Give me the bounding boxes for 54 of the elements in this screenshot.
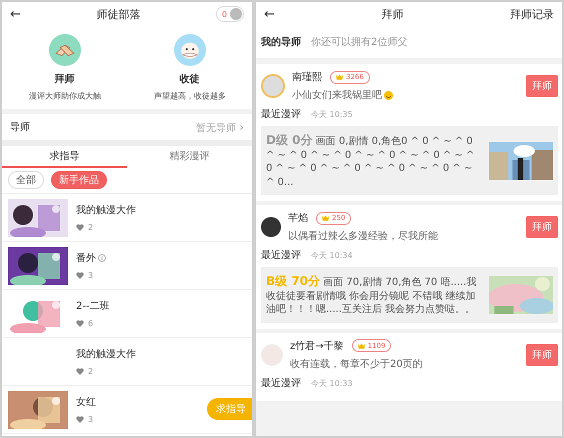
recent-review-label: 最近漫评	[261, 248, 301, 262]
tab[interactable]: 求指导	[2, 146, 127, 168]
crown-icon	[336, 74, 343, 80]
review-time: 今天 10:34	[311, 250, 353, 261]
like-count: 3	[88, 415, 94, 424]
like-count: 3	[88, 271, 94, 280]
mentor-motto: 收有连载，每章不少于20页的	[290, 358, 423, 370]
work-title[interactable]: 2--二班	[76, 299, 110, 313]
mentor-motto: 小仙女们来我锅里吧	[292, 88, 382, 102]
crown-icon	[358, 342, 365, 348]
section-title: 我的导师	[261, 36, 301, 49]
feature-subtitle: 声望越高，收徒越多	[154, 90, 226, 102]
mentor-name[interactable]: 南瑾熙	[292, 70, 322, 84]
avatar[interactable]	[261, 217, 281, 237]
heart-icon[interactable]	[76, 272, 84, 279]
page-title: 拜师	[381, 6, 404, 22]
review-time: 今天 10:35	[311, 109, 353, 120]
feature-subtitle: 漫评大师助你成大触	[28, 91, 100, 102]
smiley-icon	[384, 90, 393, 100]
mentor-motto: 以偶看过辣么多漫经验，尽我所能	[288, 230, 438, 243]
work-title[interactable]: 女红	[76, 395, 96, 409]
heart-icon[interactable]	[76, 224, 84, 231]
feature-title[interactable]: 拜师	[54, 72, 74, 86]
mentor-row[interactable]: 导师 暂无导师 ›	[2, 114, 252, 146]
review-card[interactable]: D级 0分 画面 0,剧情 0,角色0 ^ 0 ^ ~ ^ 0 ^ ~ ^ 0 ^ ~ ^ 0 ^ ~ ^ 0 ^ ~ ^ 0 ^ ~ ^ 0 ^ ~ ^ 0 ^ ~ ^ 0 ^ ~ ^ 0 ^ ~ ^ 0 ^ ~ ^ 0...	[261, 126, 558, 195]
back-button[interactable]: ←	[10, 6, 21, 22]
filter-chip[interactable]: 全部	[8, 171, 44, 189]
feature-title[interactable]: 收徒	[180, 72, 200, 86]
recent-review-label: 最近漫评	[261, 376, 301, 390]
like-count: 2	[88, 367, 94, 376]
seal-face-icon[interactable]	[174, 34, 206, 66]
crown-icon	[322, 215, 329, 221]
handshake-icon[interactable]	[48, 34, 80, 66]
tab[interactable]: 精彩漫评	[127, 146, 252, 168]
review-card[interactable]: B级 70分 画面 70,剧情 70,角色 70 唔.....我收徒徒要看剧情哦 你会用分镜呢 不错哦 继续加油吧！！！嗯.....互关注后 我会努力点赞哒。。	[261, 267, 558, 322]
info-icon	[98, 254, 106, 262]
work-title[interactable]: 我的触漫大作	[76, 203, 136, 217]
heart-icon[interactable]	[76, 320, 84, 327]
mentor-name[interactable]: z竹君→千黎	[290, 338, 344, 352]
back-button[interactable]: ←	[264, 6, 275, 22]
work-title[interactable]: 番外	[76, 251, 96, 265]
mentor-name[interactable]: 芊焰	[288, 211, 308, 225]
recent-review-label: 最近漫评	[261, 108, 301, 121]
history-link[interactable]: 拜师记录	[510, 6, 554, 22]
hint-text: 你还可以拥有2位师父	[311, 36, 408, 49]
heart-icon[interactable]	[76, 368, 84, 375]
page-title: 师徒部落	[96, 6, 140, 22]
work-title[interactable]: 我的触漫大作	[76, 347, 136, 361]
like-count: 2	[88, 223, 94, 232]
review-time: 今天 10:33	[311, 378, 353, 388]
heart-icon[interactable]	[76, 416, 84, 423]
like-count: 6	[88, 319, 94, 328]
review-text: D级 0分 画面 0,剧情 0,角色0 ^ 0 ^ ~ ^ 0 ^ ~ ^ 0 ^ ~ ^ 0 ^ ~ ^ 0 ^ ~ ^ 0 ^ ~ ^ 0 ^ ~ ^ 0 ^ ~ ^ 0 ^ ~ ^ 0 ^ ~ ^ 0 ^ ~ ^ 0...	[266, 132, 476, 189]
review-text: B级 70分 画面 70,剧情 70,角色 70 唔.....我收徒徒要看剧情哦 你会用分镜呢 不错哦 继续加油吧！！！嗯.....互关注后 我会努力点赞哒。。	[266, 273, 478, 316]
